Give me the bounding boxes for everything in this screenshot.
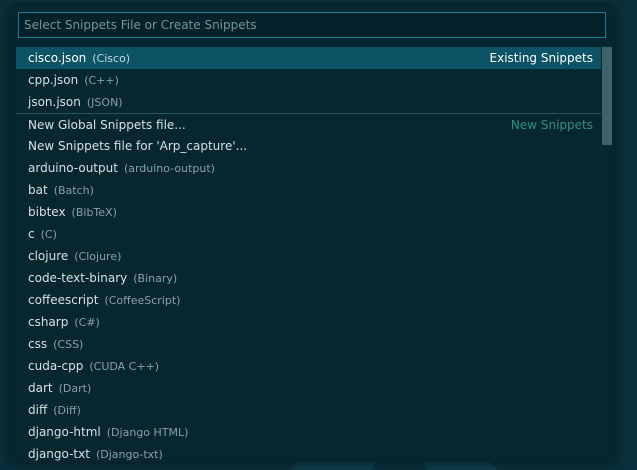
snippets-list: cisco.json (Cisco) Existing Snippets cpp.…	[16, 47, 601, 462]
list-item-code-text-binary[interactable]: code-text-binary (Binary)	[16, 267, 601, 289]
item-label: cpp.json	[28, 73, 79, 87]
list-item-css[interactable]: css (CSS)	[16, 333, 601, 355]
list-item-cisco-json[interactable]: cisco.json (Cisco) Existing Snippets	[16, 47, 601, 69]
item-description: (C#)	[74, 316, 100, 329]
quick-pick-input-box	[18, 12, 606, 38]
item-description: (BibTeX)	[71, 206, 117, 219]
item-label: diff	[28, 403, 48, 417]
item-label: csharp	[28, 315, 69, 329]
item-label: code-text-binary	[28, 271, 128, 285]
item-label: django-txt	[28, 447, 90, 461]
item-description: (C)	[40, 228, 57, 241]
item-description: (Clojure)	[74, 250, 122, 263]
list-item-clojure[interactable]: clojure (Clojure)	[16, 245, 601, 267]
list-item-django-txt[interactable]: django-txt (Django-txt)	[16, 443, 601, 462]
item-label: cisco.json	[28, 51, 87, 65]
item-description: (C++)	[84, 74, 119, 87]
list-item-bat[interactable]: bat (Batch)	[16, 179, 601, 201]
list-scrollbar[interactable]	[602, 47, 612, 462]
item-label: dart	[28, 381, 53, 395]
list-item-csharp[interactable]: csharp (C#)	[16, 311, 601, 333]
item-description: (Cisco)	[92, 52, 131, 65]
item-label: json.json	[28, 95, 81, 109]
item-label: coffeescript	[28, 293, 99, 307]
item-description: (CoffeeScript)	[104, 294, 181, 307]
list-item-arduino-output[interactable]: arduino-output (arduino-output)	[16, 157, 601, 179]
item-label: cuda-cpp	[28, 359, 84, 373]
item-description: (Django-txt)	[95, 448, 163, 461]
list-item-new-global-snippets[interactable]: New Global Snippets file... New Snippets	[16, 113, 601, 135]
item-description: (Batch)	[53, 184, 94, 197]
scrollbar-thumb[interactable]	[602, 47, 612, 145]
list-item-json-json[interactable]: json.json (JSON)	[16, 91, 601, 113]
list-item-cuda-cpp[interactable]: cuda-cpp (CUDA C++)	[16, 355, 601, 377]
list-item-cpp-json[interactable]: cpp.json (C++)	[16, 69, 601, 91]
item-label: New Global Snippets file...	[28, 118, 186, 132]
item-label: bibtex	[28, 205, 66, 219]
item-label: arduino-output	[28, 161, 118, 175]
item-description: (JSON)	[86, 96, 123, 109]
list-item-django-html[interactable]: django-html (Django HTML)	[16, 421, 601, 443]
item-label: New Snippets file for 'Arp_capture'...	[28, 139, 248, 153]
list-item-dart[interactable]: dart (Dart)	[16, 377, 601, 399]
item-description: (CUDA C++)	[89, 360, 160, 373]
item-label: bat	[28, 183, 48, 197]
group-label-existing-snippets: Existing Snippets	[489, 51, 593, 65]
item-label: clojure	[28, 249, 69, 263]
item-description: (Django HTML)	[106, 426, 189, 439]
item-label: django-html	[28, 425, 101, 439]
list-item-coffeescript[interactable]: coffeescript (CoffeeScript)	[16, 289, 601, 311]
item-description: (Diff)	[53, 404, 81, 417]
list-item-bibtex[interactable]: bibtex (BibTeX)	[16, 201, 601, 223]
list-item-c[interactable]: c (C)	[16, 223, 601, 245]
item-description: (arduino-output)	[123, 162, 215, 175]
list-item-diff[interactable]: diff (Diff)	[16, 399, 601, 421]
snippets-search-input[interactable]	[19, 13, 605, 37]
group-label-new-snippets: New Snippets	[510, 118, 593, 132]
snippets-quick-pick: cisco.json (Cisco) Existing Snippets cpp.…	[10, 6, 614, 462]
item-description: (Binary)	[133, 272, 178, 285]
item-label: css	[28, 337, 48, 351]
list-item-new-snippets-for-folder[interactable]: New Snippets file for 'Arp_capture'...	[16, 135, 601, 157]
item-description: (Dart)	[58, 382, 92, 395]
item-description: (CSS)	[53, 338, 84, 351]
item-label: c	[28, 227, 35, 241]
